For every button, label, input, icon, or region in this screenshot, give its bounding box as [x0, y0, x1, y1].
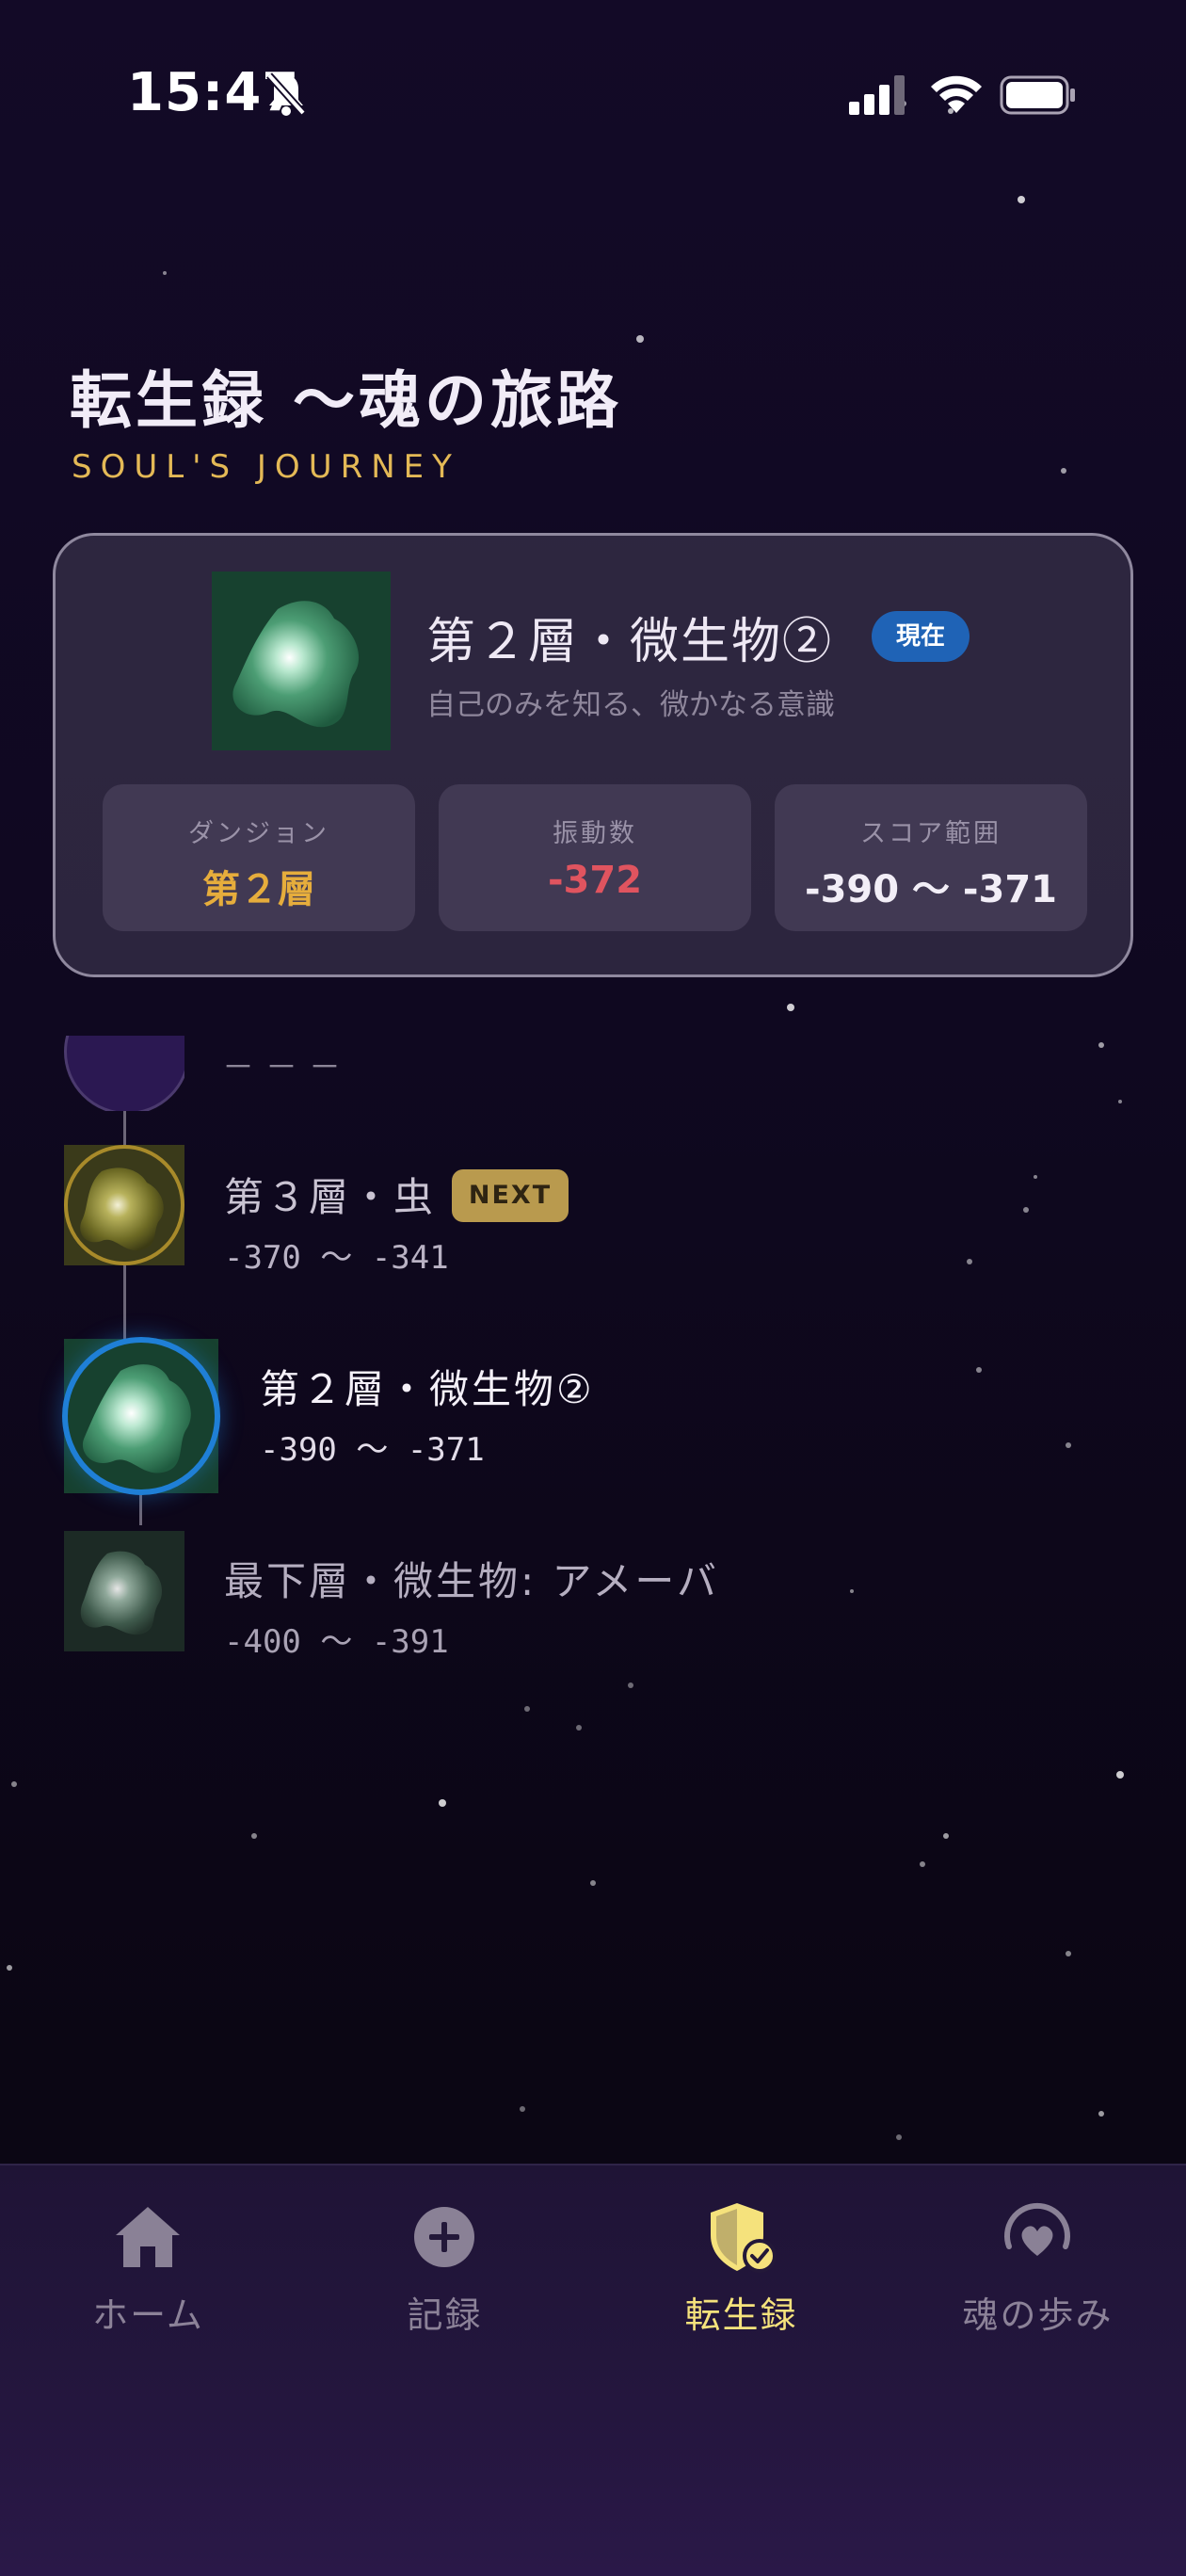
- bottom-tab-bar: ホーム 記録 転生録 魂の歩み: [0, 2164, 1186, 2576]
- stage-name-microbe-2: 第２層・微生物②: [260, 1366, 595, 1412]
- shield-check-icon: [711, 2203, 777, 2273]
- stat-value: -372: [547, 859, 643, 902]
- next-stage-ring: [64, 1145, 184, 1265]
- current-badge: 現在: [872, 611, 970, 662]
- stage-range-amoeba: -400 〜 -391: [224, 1623, 449, 1661]
- tab-label: 魂の歩み: [962, 2294, 1114, 2336]
- stat-label: スコア範囲: [860, 819, 1002, 848]
- locked-stage-node: [64, 1036, 184, 1111]
- tab-soul-steps[interactable]: 魂の歩み: [890, 2199, 1186, 2388]
- page-subtitle: SOUL'S JOURNEY: [72, 448, 460, 486]
- tab-home[interactable]: ホーム: [0, 2199, 296, 2388]
- tab-record[interactable]: 記録: [296, 2199, 593, 2388]
- current-stage-ring: [62, 1337, 220, 1495]
- tab-label: 転生録: [684, 2294, 798, 2336]
- stat-value: 第２層: [202, 868, 315, 911]
- stage-timeline: －－－ 第３層・虫 NEXT -370 〜 -341 第２層・微生物② -390…: [0, 979, 1186, 1661]
- stage-name-insect: 第３層・虫: [224, 1174, 437, 1220]
- timeline-connector: [123, 1265, 126, 1339]
- current-stage-description: 自己のみを知る、微かなる意識: [426, 688, 835, 722]
- tab-label: ホーム: [92, 2294, 204, 2336]
- stat-score-range: スコア範囲 -390 〜 -371: [775, 784, 1087, 931]
- stat-vibration: 振動数 -372: [439, 784, 751, 931]
- wifi-icon: [931, 75, 982, 113]
- stat-dungeon: ダンジョン 第２層: [103, 784, 415, 931]
- stat-value: -390 〜 -371: [804, 868, 1058, 911]
- bell-muted-icon: [266, 72, 306, 116]
- locked-stage-placeholder: －－－: [222, 1049, 352, 1087]
- page-title: 転生録 〜魂の旅路: [70, 363, 622, 437]
- battery-icon: [1000, 75, 1075, 115]
- stat-label: ダンジョン: [188, 819, 329, 848]
- tab-label: 記録: [407, 2294, 483, 2336]
- amoeba-thumbnail: [64, 1531, 184, 1651]
- microbe-thumbnail: [212, 572, 391, 750]
- stage-range-insect: -370 〜 -341: [224, 1239, 449, 1277]
- status-bar: 15:47: [0, 0, 1186, 188]
- cellular-signal-icon: [849, 75, 905, 115]
- current-stage-name: 第２層・微生物②: [426, 614, 834, 670]
- tab-reincarnation[interactable]: 転生録: [593, 2199, 890, 2388]
- current-stage-card: 第２層・微生物② 現在 自己のみを知る、微かなる意識 ダンジョン 第２層 振動数…: [53, 533, 1133, 977]
- stat-label: 振動数: [553, 819, 637, 848]
- stage-range-microbe-2: -390 〜 -371: [260, 1431, 485, 1469]
- home-icon: [116, 2207, 180, 2267]
- next-badge: NEXT: [452, 1169, 569, 1222]
- heart-circle-icon: [1004, 2202, 1070, 2256]
- timeline-connector: [139, 1493, 142, 1525]
- plus-circle-icon: [414, 2207, 474, 2267]
- stage-name-amoeba: 最下層・微生物: アメーバ: [224, 1558, 719, 1604]
